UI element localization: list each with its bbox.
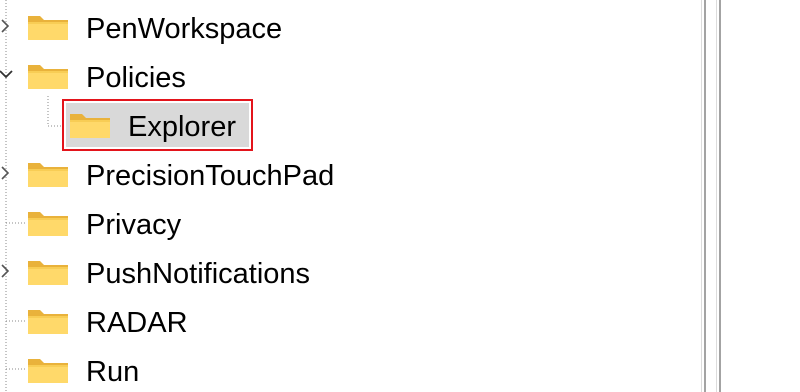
tree-item-label: Run — [86, 356, 140, 388]
tree-item-explorer[interactable]: Explorer — [0, 104, 800, 144]
tree-item-radar[interactable]: RADAR — [0, 300, 800, 340]
tree-item-pushnotifications[interactable]: PushNotifications — [0, 251, 800, 291]
chevron-right-icon[interactable] — [0, 251, 16, 291]
tree-item-label: PushNotifications — [86, 258, 311, 290]
folder-icon — [28, 261, 68, 285]
tree-item-label: RADAR — [86, 307, 188, 339]
folder-icon — [28, 212, 68, 236]
tree-item-label: Privacy — [86, 209, 182, 241]
folder-icon — [28, 16, 68, 40]
folder-icon — [70, 114, 110, 138]
tree-item-privacy[interactable]: Privacy — [0, 202, 800, 242]
chevron-right-icon[interactable] — [0, 6, 16, 46]
tree-item-label: Explorer — [128, 111, 236, 143]
registry-tree-pane: PenWorkspace Policies Explorer Precision — [0, 0, 800, 392]
tree-item-precisiontouchpad[interactable]: PrecisionTouchPad — [0, 153, 800, 193]
folder-icon — [28, 163, 68, 187]
chevron-right-icon[interactable] — [0, 153, 16, 193]
tree-item-label: Policies — [86, 62, 186, 94]
tree-item-label: PrecisionTouchPad — [86, 160, 335, 192]
values-pane[interactable] — [721, 0, 800, 392]
tree-item-policies[interactable]: Policies — [0, 55, 800, 95]
pane-splitter[interactable] — [704, 0, 706, 392]
folder-open-icon — [28, 65, 68, 89]
folder-icon — [28, 310, 68, 334]
tree-item-run[interactable]: Run — [0, 349, 800, 389]
folder-icon — [28, 359, 68, 383]
pane-divider — [716, 0, 717, 392]
tree-item-penworkspace[interactable]: PenWorkspace — [0, 6, 800, 46]
scrollbar-track-edge — [701, 0, 702, 392]
chevron-down-icon[interactable] — [0, 55, 16, 95]
tree-item-label: PenWorkspace — [86, 13, 283, 45]
